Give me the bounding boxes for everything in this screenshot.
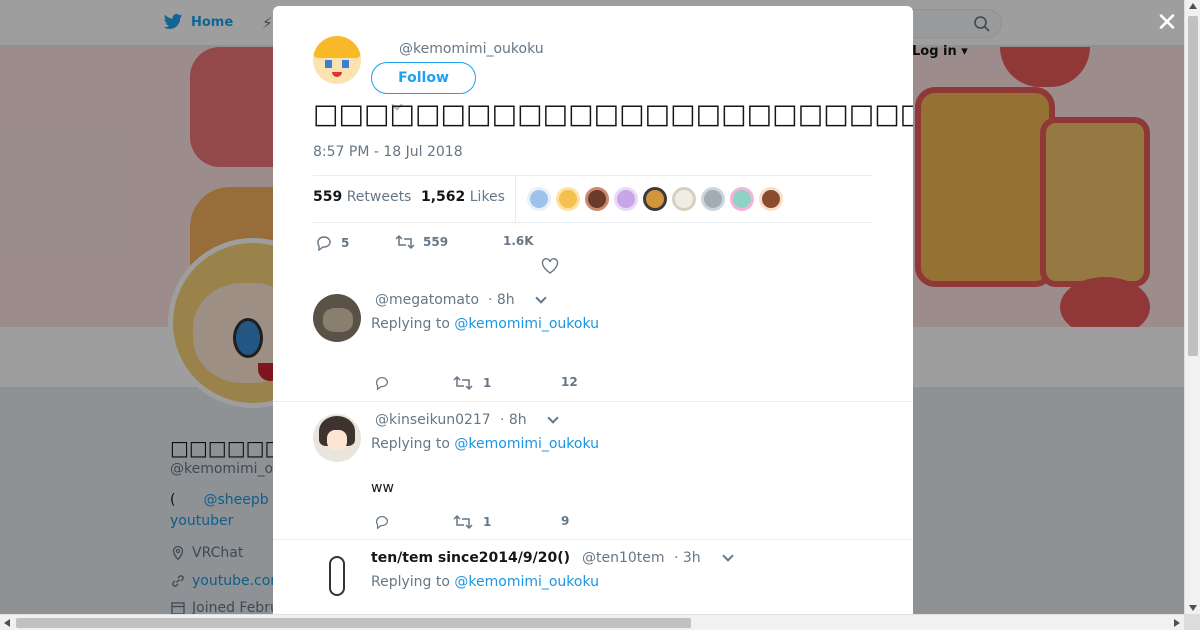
replying-to: Replying to @kemomimi_oukoku xyxy=(371,574,599,590)
liker-avatar[interactable] xyxy=(527,187,551,211)
liker-avatar[interactable] xyxy=(672,187,696,211)
reply-avatar[interactable] xyxy=(313,552,361,600)
reply-tweet[interactable]: @kinseikun0217 · 8h Replying to @kemomim… xyxy=(273,401,913,539)
liker-avatar[interactable] xyxy=(643,187,667,211)
avatar-eyes xyxy=(325,60,349,68)
reply-time[interactable]: · 3h xyxy=(674,550,701,566)
retweet-button[interactable]: 559 xyxy=(395,234,448,250)
reply-handle[interactable]: @ten10tem xyxy=(582,550,665,566)
retweets-label: Retweets xyxy=(346,189,412,205)
reply-tweet[interactable]: ten/tem since2014/9/20() @ten10tem · 3h … xyxy=(273,539,913,614)
liker-avatar[interactable] xyxy=(730,187,754,211)
scroll-right-arrow[interactable] xyxy=(1174,619,1180,627)
retweet-button[interactable]: 1 xyxy=(453,514,491,530)
replying-mention[interactable]: @kemomimi_oukoku xyxy=(454,574,599,590)
reply-button[interactable] xyxy=(373,514,391,530)
chevron-down-icon[interactable] xyxy=(535,292,547,304)
reply-time[interactable]: · 8h xyxy=(488,292,515,308)
reply-button[interactable] xyxy=(373,375,391,391)
retweet-count: 1 xyxy=(483,376,492,390)
like-count: 1.6K xyxy=(503,234,534,248)
likes-label: Likes xyxy=(469,189,505,205)
author-avatar[interactable] xyxy=(313,36,361,84)
like-count: 9 xyxy=(561,514,570,528)
liker-avatars xyxy=(527,187,783,211)
retweet-icon xyxy=(395,234,415,250)
avatar-art xyxy=(329,556,345,596)
replying-prefix: Replying to xyxy=(371,316,450,332)
reply-avatar[interactable] xyxy=(313,414,361,462)
retweet-count: 559 xyxy=(423,235,449,249)
reply-count: 5 xyxy=(341,236,350,250)
reply-tweet[interactable]: @megatomato · 8h Replying to @kemomimi_o… xyxy=(273,282,913,402)
replying-prefix: Replying to xyxy=(371,436,450,452)
scroll-thumb[interactable] xyxy=(1188,16,1198,356)
scroll-down-arrow[interactable] xyxy=(1189,605,1197,611)
reply-icon xyxy=(375,377,388,391)
reply-text: ww xyxy=(371,480,394,496)
horizontal-scrollbar[interactable] xyxy=(0,614,1184,630)
liker-avatar[interactable] xyxy=(585,187,609,211)
scrollbar-corner xyxy=(1184,614,1200,630)
replying-mention[interactable]: @kemomimi_oukoku xyxy=(454,436,599,452)
tweet-text: □□□□□□□□□□□□□□□□□□□□□□□□□□VRChat□□□□□□□□… xyxy=(313,99,913,130)
reply-handle[interactable]: @kinseikun0217 xyxy=(375,412,491,428)
like-button[interactable]: 1.6K xyxy=(503,234,534,248)
reply-button[interactable]: 5 xyxy=(315,234,349,252)
replying-to: Replying to @kemomimi_oukoku xyxy=(371,316,599,332)
liker-avatar[interactable] xyxy=(556,187,580,211)
chevron-down-icon[interactable] xyxy=(722,550,734,562)
reply-icon xyxy=(317,236,331,252)
likes-stat[interactable]: 1,562 Likes xyxy=(421,189,505,205)
scroll-up-arrow[interactable] xyxy=(1189,3,1197,9)
reply-actions: 1 12 xyxy=(373,375,673,395)
stats-divider xyxy=(515,176,516,222)
tweet-actions: 5 559 1.6K xyxy=(315,234,715,282)
replying-mention[interactable]: @kemomimi_oukoku xyxy=(454,316,599,332)
reply-handle[interactable]: @megatomato xyxy=(375,292,479,308)
heart-icon[interactable] xyxy=(541,258,559,274)
tweet-modal: @kemomimi_oukoku Follow □□□□□□□□□□□□□□□□… xyxy=(273,6,913,614)
retweet-count: 1 xyxy=(483,515,492,529)
scroll-left-arrow[interactable] xyxy=(4,619,10,627)
retweet-icon xyxy=(453,375,473,391)
chevron-down-icon[interactable] xyxy=(547,412,559,424)
close-icon[interactable]: ✕ xyxy=(1154,10,1180,36)
tweet-timestamp[interactable]: 8:57 PM - 18 Jul 2018 xyxy=(313,144,463,160)
like-count: 12 xyxy=(561,375,578,389)
replying-to: Replying to @kemomimi_oukoku xyxy=(371,436,599,452)
avatar-art xyxy=(323,308,353,332)
follow-button[interactable]: Follow xyxy=(371,62,476,94)
avatar-face xyxy=(327,430,347,450)
like-button[interactable]: 12 xyxy=(561,375,578,389)
like-button[interactable]: 9 xyxy=(561,514,569,528)
liker-avatar[interactable] xyxy=(759,187,783,211)
reply-time[interactable]: · 8h xyxy=(500,412,527,428)
replying-prefix: Replying to xyxy=(371,574,450,590)
tweet-stats: 559 Retweets 1,562 Likes xyxy=(313,175,873,223)
reply-actions: 1 9 xyxy=(373,514,673,534)
likes-count: 1,562 xyxy=(421,189,466,205)
avatar-hair xyxy=(313,36,361,58)
scroll-thumb[interactable] xyxy=(16,618,691,628)
author-handle[interactable]: @kemomimi_oukoku xyxy=(399,41,544,57)
retweets-stat[interactable]: 559 Retweets xyxy=(313,189,411,205)
retweet-button[interactable]: 1 xyxy=(453,375,491,391)
avatar-mouth xyxy=(332,72,342,77)
reply-avatar[interactable] xyxy=(313,294,361,342)
reply-display-name[interactable]: ten/tem since2014/9/20() xyxy=(371,550,570,566)
reply-icon xyxy=(375,516,388,530)
vertical-scrollbar[interactable] xyxy=(1184,0,1200,614)
retweets-count: 559 xyxy=(313,189,343,205)
liker-avatar[interactable] xyxy=(614,187,638,211)
retweet-icon xyxy=(453,514,473,530)
liker-avatar[interactable] xyxy=(701,187,725,211)
